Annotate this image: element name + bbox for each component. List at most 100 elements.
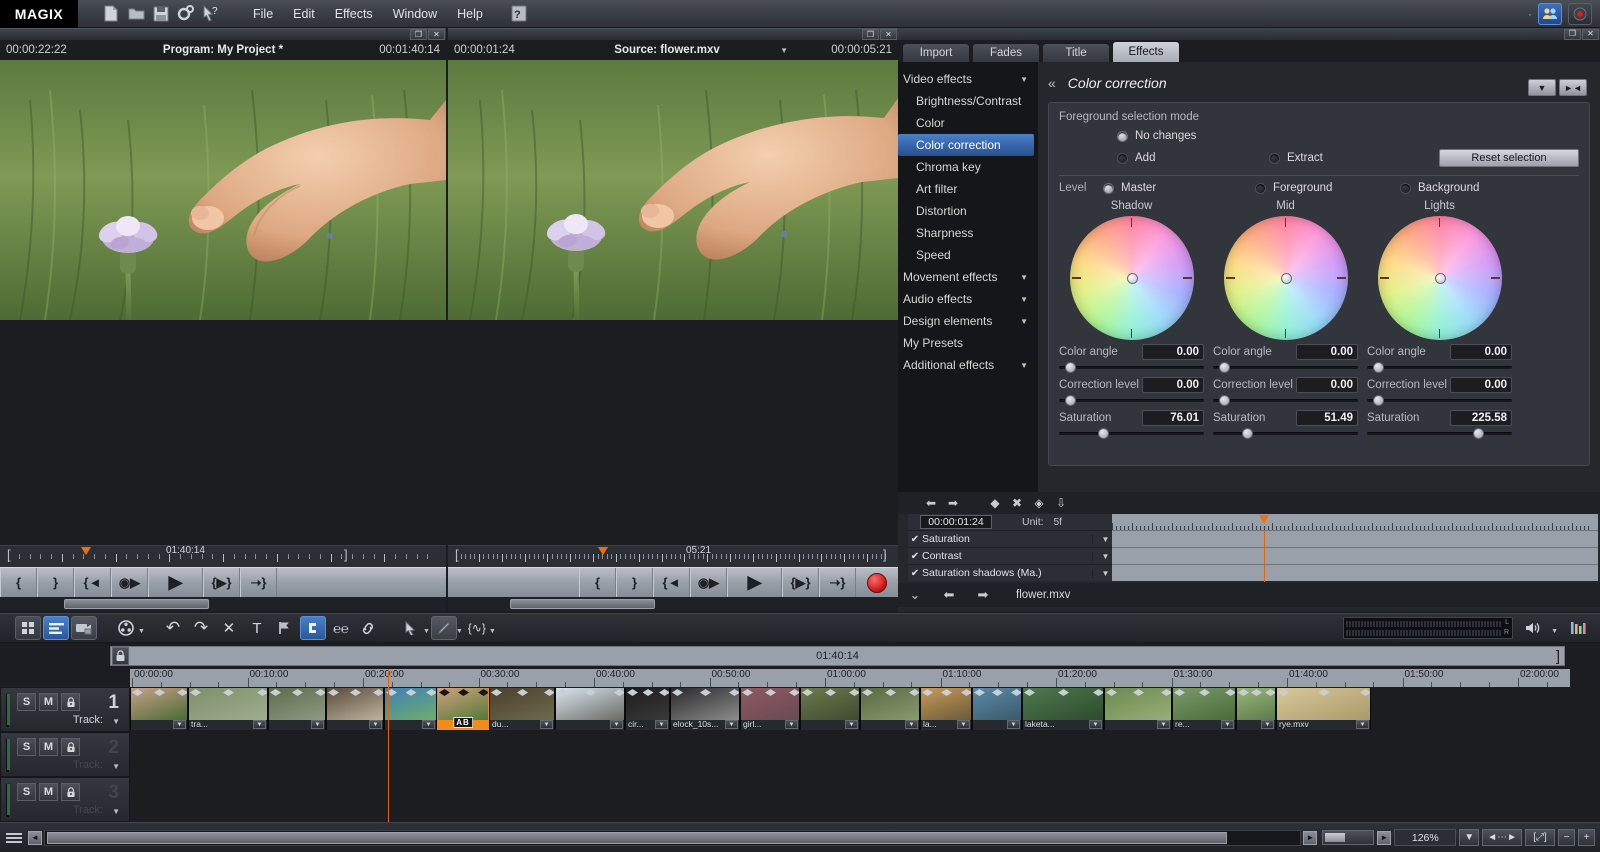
track-2-header[interactable]: S M 2 Track: ▼: [0, 732, 130, 777]
delete-keyframe-icon[interactable]: ✖: [1006, 494, 1028, 512]
program-range-start-brace[interactable]: [: [7, 547, 11, 562]
clip-menu-icon[interactable]: ▼: [173, 720, 186, 729]
keyframe-row-saturation[interactable]: ✔ Saturation ▼: [908, 530, 1118, 547]
record-icon[interactable]: [1568, 3, 1592, 25]
param-value[interactable]: 0.00: [1296, 377, 1358, 393]
media-reel-icon[interactable]: [113, 616, 139, 640]
timeline-clip[interactable]: cir...▼: [625, 688, 670, 730]
track-1-lock-button[interactable]: [61, 693, 80, 711]
source-hscroll-thumb[interactable]: [510, 599, 655, 609]
track-3-header[interactable]: S M 3 Track: ▼: [0, 777, 130, 822]
track-1-menu-icon[interactable]: ▼: [112, 717, 120, 726]
checkbox-icon[interactable]: ✔: [908, 534, 922, 545]
track-2-mute-button[interactable]: M: [39, 738, 58, 756]
program-video-image[interactable]: [0, 60, 446, 320]
param-slider[interactable]: [1367, 428, 1512, 439]
track-2-lane[interactable]: [130, 732, 1600, 777]
chevron-down-icon[interactable]: ▼: [1020, 75, 1028, 84]
keyframe-playhead-marker[interactable]: [1259, 515, 1269, 524]
keyframe-row-saturation-shadows[interactable]: ✔ Saturation shadows (Ma.) ▼: [908, 564, 1118, 581]
keyframe-type-icon[interactable]: ◈: [1028, 494, 1050, 512]
slider-handle[interactable]: [1242, 428, 1253, 439]
clip-menu-icon[interactable]: ▼: [422, 720, 435, 729]
speaker-dropdown-icon[interactable]: ▼: [1551, 628, 1558, 635]
keyframe-lane-saturation[interactable]: [1112, 530, 1598, 547]
tab-title[interactable]: Title: [1042, 43, 1110, 62]
timeline-clip[interactable]: du...▼: [489, 688, 555, 730]
clip-menu-icon[interactable]: ▼: [610, 720, 623, 729]
source-record-button[interactable]: [856, 573, 898, 593]
save-disk-icon[interactable]: [150, 3, 172, 25]
snap-magnet-icon[interactable]: [300, 616, 326, 640]
wheel-handle[interactable]: [1127, 273, 1138, 284]
help-pointer-icon[interactable]: ?: [200, 3, 222, 25]
tree-item-video-effects[interactable]: Video effects ▼: [898, 68, 1038, 90]
wheel-handle[interactable]: [1435, 273, 1446, 284]
track-1-solo-button[interactable]: S: [17, 693, 36, 711]
timeline-hscrollbar[interactable]: [44, 830, 1301, 846]
back-arrow-icon[interactable]: ⬅: [932, 587, 966, 603]
program-loop-button[interactable]: ◉▶: [111, 568, 148, 598]
param-value[interactable]: 225.58: [1450, 410, 1512, 426]
tree-item-speed[interactable]: Speed: [898, 244, 1038, 266]
redo-icon[interactable]: ↷: [188, 616, 214, 640]
slider-handle[interactable]: [1473, 428, 1484, 439]
source-dropdown-icon[interactable]: ▼: [780, 46, 788, 55]
checkbox-icon[interactable]: ✔: [908, 551, 922, 562]
curve-mode-icon[interactable]: {∿}: [464, 616, 490, 640]
track-2-solo-button[interactable]: S: [17, 738, 36, 756]
slider-handle[interactable]: [1219, 362, 1230, 373]
source-jump-end-button[interactable]: ➝}: [819, 568, 856, 598]
more-dot-icon[interactable]: ·: [1528, 7, 1532, 21]
effect-prev-next-button[interactable]: ►◄: [1559, 79, 1587, 96]
timeline-clip[interactable]: ▼: [972, 688, 1022, 730]
clip-menu-icon[interactable]: ▼: [725, 720, 738, 729]
track-3-lock-button[interactable]: [61, 783, 80, 801]
tree-item-audio-effects[interactable]: Audio effects ▼: [898, 288, 1038, 310]
menu-help[interactable]: Help: [448, 4, 492, 24]
program-hscroll-thumb[interactable]: [64, 599, 209, 609]
source-range-start-brace[interactable]: [: [455, 547, 459, 562]
tree-item-brightness-contrast[interactable]: Brightness/Contrast: [898, 90, 1038, 112]
param-value[interactable]: 0.00: [1142, 344, 1204, 360]
clip-menu-icon[interactable]: ▼: [1089, 720, 1102, 729]
source-jump-start-button[interactable]: {◄: [653, 568, 690, 598]
tree-item-additional-effects[interactable]: Additional effects ▼: [898, 354, 1038, 376]
text-tool-icon[interactable]: T: [244, 616, 270, 640]
program-play-button[interactable]: ▶: [148, 568, 203, 598]
source-step-forward-button[interactable]: {▶}: [782, 568, 819, 598]
tree-item-art-filter[interactable]: Art filter: [898, 178, 1038, 200]
options-icon[interactable]: [0, 832, 28, 844]
slider-handle[interactable]: [1065, 362, 1076, 373]
track-1-mute-button[interactable]: M: [39, 693, 58, 711]
mouse-mode-icon[interactable]: [398, 616, 424, 640]
pan-icon[interactable]: ◄⋯►: [1482, 829, 1522, 846]
double-chevron-left-icon[interactable]: «: [1048, 75, 1056, 91]
timeline-clip[interactable]: ▼: [860, 688, 920, 730]
timeline-clip[interactable]: ▼: [268, 688, 326, 730]
tree-item-design-elements[interactable]: Design elements ▼: [898, 310, 1038, 332]
param-slider[interactable]: [1367, 362, 1512, 373]
clip-menu-icon[interactable]: ▼: [1356, 720, 1369, 729]
param-slider[interactable]: [1059, 428, 1204, 439]
timeline-overview-bar[interactable]: [ 01:40:14 ]: [110, 646, 1565, 666]
tree-item-chroma-key[interactable]: Chroma key: [898, 156, 1038, 178]
slider-handle[interactable]: [1373, 362, 1384, 373]
open-folder-icon[interactable]: [125, 3, 147, 25]
clip-menu-icon[interactable]: ▼: [845, 720, 858, 729]
param-slider[interactable]: [1213, 428, 1358, 439]
delete-icon[interactable]: ✕: [216, 616, 242, 640]
effects-maximize-button[interactable]: ❐: [1564, 29, 1581, 40]
chevron-down-icon[interactable]: ▼: [1020, 361, 1028, 370]
source-set-out-button[interactable]: }: [616, 568, 653, 598]
tab-import[interactable]: Import: [902, 43, 970, 62]
zoom-percent-value[interactable]: 126%: [1394, 829, 1456, 846]
slider-handle[interactable]: [1065, 395, 1076, 406]
manual-icon[interactable]: ?: [508, 3, 530, 25]
slider-handle[interactable]: [1098, 428, 1109, 439]
radio-foreground[interactable]: Foreground: [1255, 182, 1400, 194]
timeline-ruler[interactable]: 00:00:0000:10:0000:20:0000:30:0000:40:00…: [130, 669, 1570, 687]
zoom-slider-play[interactable]: ►: [1377, 831, 1391, 845]
tab-fades[interactable]: Fades: [972, 43, 1040, 62]
param-slider[interactable]: [1213, 362, 1358, 373]
